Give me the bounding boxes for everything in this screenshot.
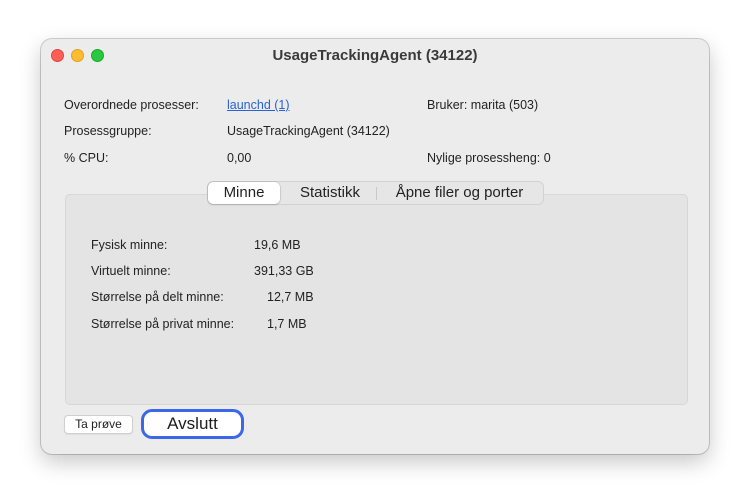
sample-button[interactable]: Ta prøve — [64, 415, 133, 434]
tab-open-files-ports[interactable]: Åpne filer og porter — [378, 182, 541, 204]
tab-memory[interactable]: Minne — [208, 182, 280, 204]
user-label: Bruker: marita (503) — [427, 98, 538, 112]
recent-hangs: Nylige prosessheng: 0 — [427, 151, 551, 165]
user-label-text: Bruker: — [427, 98, 468, 112]
recent-hangs-value: 0 — [543, 151, 551, 165]
process-group-value: UsageTrackingAgent (34122) — [227, 124, 390, 138]
user-value: marita (503) — [470, 98, 539, 112]
shared-memory-value: 12,7 MB — [267, 290, 314, 304]
virtual-memory-value: 391,33 GB — [254, 264, 314, 278]
tab-separator — [376, 187, 377, 200]
cpu-value: 0,00 — [227, 151, 252, 165]
recent-hangs-label: Nylige prosessheng: — [427, 151, 541, 165]
process-info-window: UsageTrackingAgent (34122) Overordnede p… — [41, 39, 709, 454]
private-memory-label: Størrelse på privat minne: — [91, 317, 235, 331]
virtual-memory-label: Virtuelt minne: — [91, 264, 171, 278]
process-group-label: Prosessgruppe: — [64, 124, 152, 138]
tab-bar: Minne Statistikk Åpne filer og porter — [207, 181, 544, 205]
title-bar[interactable]: UsageTrackingAgent (34122) — [41, 39, 709, 73]
parent-process-label: Overordnede prosesser: — [64, 98, 199, 112]
private-memory-value: 1,7 MB — [267, 317, 307, 331]
shared-memory-label: Størrelse på delt minne: — [91, 290, 224, 304]
parent-process-link[interactable]: launchd (1) — [227, 98, 290, 112]
quit-button[interactable]: Avslutt — [141, 409, 244, 439]
window-title: UsageTrackingAgent (34122) — [272, 47, 478, 64]
physical-memory-label: Fysisk minne: — [91, 238, 168, 252]
physical-memory-value: 19,6 MB — [254, 238, 301, 252]
tab-statistics[interactable]: Statistikk — [284, 182, 376, 204]
cpu-label: % CPU: — [64, 151, 109, 165]
